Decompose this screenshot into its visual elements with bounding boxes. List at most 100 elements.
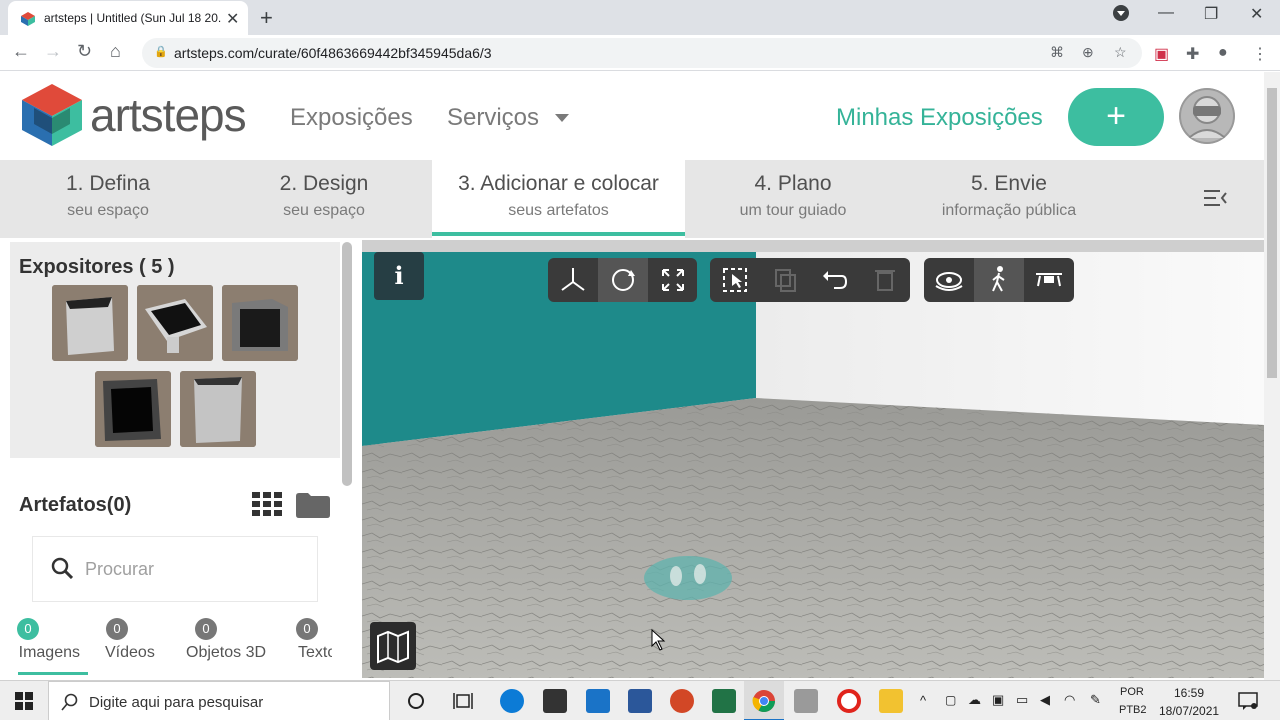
chrome-taskbar-active[interactable] <box>744 681 784 720</box>
trash-icon <box>875 270 895 291</box>
address-bar[interactable]: 🔒 artsteps.com/curate/60f4863669442bf345… <box>142 38 1142 68</box>
folder-icon[interactable] <box>296 492 330 518</box>
undo-tool[interactable] <box>810 258 860 302</box>
printer-icon[interactable] <box>794 689 818 713</box>
category-tab-videos[interactable]: Vídeos <box>105 644 155 662</box>
page-scrollbar-thumb[interactable] <box>1267 88 1277 378</box>
drone-mode-tool[interactable] <box>1024 258 1074 302</box>
battery-icon[interactable]: ▭ <box>1016 692 1028 708</box>
zoom-icon[interactable]: ⊕ <box>1082 44 1094 61</box>
nav-services[interactable]: Serviços <box>447 104 539 132</box>
volume-icon[interactable]: ◀ <box>1040 692 1050 708</box>
browser-toolbar: ← → ↻ ⌂ 🔒 artsteps.com/curate/60f4863669… <box>0 35 1280 71</box>
orbit-camera-tool[interactable] <box>924 258 974 302</box>
word-icon[interactable] <box>628 689 652 713</box>
reload-icon[interactable]: ↻ <box>77 41 92 62</box>
browser-tab[interactable]: artsteps | Untitled (Sun Jul 18 20... ✕ <box>8 1 248 35</box>
step-design[interactable]: 2. Design seu espaço <box>216 160 432 238</box>
3d-viewport[interactable]: i <box>362 240 1264 678</box>
display-thumbnail-frame[interactable] <box>95 371 171 447</box>
category-tab-3d-objects[interactable]: Objetos 3D <box>186 644 266 662</box>
artsteps-logo-icon[interactable] <box>20 82 84 148</box>
language-indicator-top[interactable]: POR <box>1120 686 1144 698</box>
display-thumbnail-stone-block[interactable] <box>180 371 256 447</box>
page-scrollbar[interactable] <box>1264 72 1280 680</box>
display-thumbnail-panel[interactable] <box>222 285 298 361</box>
move-axes-icon <box>561 268 585 291</box>
powerpoint-icon[interactable] <box>670 689 694 713</box>
profile-dropdown-icon[interactable] <box>1112 4 1130 27</box>
meet-now-icon[interactable]: ▢ <box>945 693 956 707</box>
notifications-icon[interactable] <box>1238 691 1258 711</box>
chrome-menu-icon[interactable]: ⋮ <box>1252 44 1268 64</box>
translate-icon[interactable]: ⌘ <box>1050 44 1064 61</box>
clock-time[interactable]: 16:59 <box>1174 686 1204 700</box>
extensions-puzzle-icon[interactable]: ✚ <box>1186 44 1199 64</box>
left-panel-scrollbar[interactable] <box>342 242 352 486</box>
collapse-menu-icon[interactable] <box>1204 188 1228 208</box>
step-define[interactable]: 1. Defina seu espaço <box>0 160 216 238</box>
display-thumbnail-slanted-case[interactable] <box>137 285 213 361</box>
search-icon <box>51 557 73 579</box>
scale-tool[interactable] <box>648 258 698 302</box>
language-indicator-bottom[interactable]: PTB2 <box>1119 704 1147 716</box>
taskbar-search-box[interactable]: Digite aqui para pesquisar <box>48 681 390 720</box>
site-header: artsteps Exposições Serviços Minhas Expo… <box>0 72 1264 160</box>
services-dropdown-caret-icon[interactable] <box>555 114 569 122</box>
device-icon[interactable]: ▣ <box>992 692 1004 708</box>
rotate-icon <box>612 269 635 291</box>
windows-start-icon[interactable] <box>15 692 33 710</box>
edge-icon[interactable] <box>500 689 524 713</box>
close-window-icon[interactable]: ✕ <box>1250 4 1263 24</box>
artifact-search-input[interactable]: Procurar <box>32 536 318 602</box>
pen-icon[interactable]: ✎ <box>1090 692 1101 708</box>
logo-text[interactable]: artsteps <box>90 88 247 142</box>
restore-icon[interactable]: ❐ <box>1204 4 1218 24</box>
minimap-button[interactable] <box>370 622 416 670</box>
edit-toolbar <box>710 258 910 302</box>
chrome-icon <box>752 690 775 712</box>
step-plan[interactable]: 4. Plano um tour guiado <box>685 160 901 238</box>
duplicate-tool[interactable] <box>760 258 810 302</box>
walk-mode-tool[interactable] <box>974 258 1024 302</box>
task-view-icon[interactable] <box>453 692 473 710</box>
user-avatar[interactable] <box>1179 88 1235 144</box>
display-thumbnail-pedestal[interactable] <box>52 285 128 361</box>
profile-avatar-icon[interactable]: ● <box>1218 44 1228 62</box>
file-explorer-icon[interactable] <box>879 689 903 713</box>
step-send[interactable]: 5. Envie informação pública <box>901 160 1117 238</box>
show-hidden-icons-chevron-icon[interactable]: ^ <box>920 693 926 708</box>
info-button[interactable]: i <box>374 252 424 300</box>
step-title: 1. Defina <box>65 172 151 195</box>
excel-icon[interactable] <box>712 689 736 713</box>
pocket-extension-icon[interactable]: ▣ <box>1154 44 1169 64</box>
grid-view-icon[interactable] <box>252 492 282 516</box>
cortana-icon[interactable] <box>407 692 425 710</box>
add-exhibition-button[interactable]: + <box>1068 88 1164 146</box>
delete-tool[interactable] <box>860 258 910 302</box>
close-tab-icon[interactable]: ✕ <box>226 9 239 29</box>
home-icon[interactable]: ⌂ <box>110 41 121 62</box>
minimize-icon[interactable]: — <box>1158 4 1174 22</box>
search-icon <box>61 693 78 711</box>
store-icon[interactable] <box>543 689 567 713</box>
nav-exhibitions[interactable]: Exposições <box>290 104 413 132</box>
back-icon[interactable]: ← <box>12 41 30 62</box>
forward-icon[interactable]: → <box>44 41 62 62</box>
bookmark-star-icon[interactable]: ☆ <box>1114 44 1127 61</box>
onedrive-cloud-icon[interactable]: ☁ <box>968 692 981 708</box>
select-tool[interactable] <box>710 258 760 302</box>
new-tab-icon[interactable]: + <box>260 5 273 31</box>
clock-date[interactable]: 18/07/2021 <box>1159 704 1219 718</box>
step-subtitle: seu espaço <box>67 202 149 219</box>
wifi-icon[interactable]: ◠ <box>1064 692 1075 708</box>
move-axes-tool[interactable] <box>548 258 598 302</box>
rotate-tool[interactable] <box>598 258 648 302</box>
category-tab-images[interactable]: Imagens <box>0 644 80 662</box>
opera-icon[interactable] <box>837 689 861 713</box>
step-add-place[interactable]: 3. Adicionar e colocar seus artefatos <box>432 160 685 238</box>
active-step-indicator <box>432 232 685 236</box>
mail-icon[interactable] <box>586 689 610 713</box>
my-exhibitions-link[interactable]: Minhas Exposições <box>836 104 1043 132</box>
category-tab-texts[interactable]: Textos <box>298 644 332 662</box>
